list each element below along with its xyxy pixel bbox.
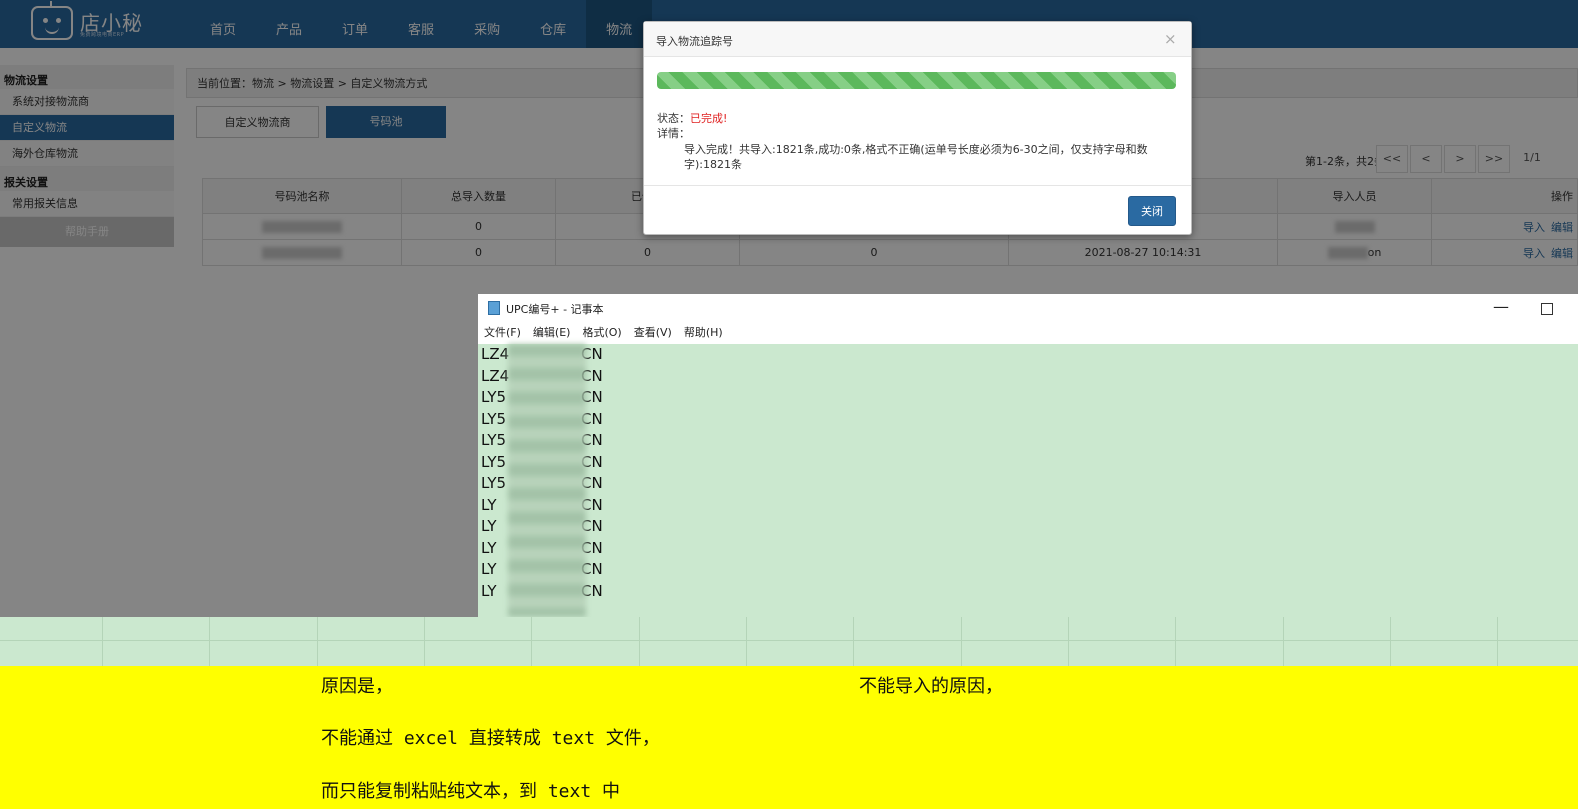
menu-format[interactable]: 格式(O) <box>576 322 627 344</box>
import-tracking-modal: 导入物流追踪号 × 状态：已完成! 详情： 导入完成！共导入:1821条,成功:… <box>643 21 1192 235</box>
detail-label: 详情： <box>657 127 690 140</box>
menu-edit[interactable]: 编辑(E) <box>527 322 577 344</box>
annotation-note: 原因是， 不能通过 excel 直接转成 text 文件， 而只能复制粘贴纯文本… <box>0 666 1578 809</box>
maximize-icon[interactable] <box>1541 303 1553 315</box>
note-line-1: 原因是， <box>321 676 393 697</box>
text-line: LY5 CN <box>481 431 603 449</box>
text-line: LY CN <box>481 581 603 600</box>
notepad-window: UPC编号+ - 记事本 — 文件(F) 编辑(E) 格式(O) 查看(V) 帮… <box>478 294 1578 617</box>
note-right: 不能导入的原因， <box>859 676 1003 697</box>
import-progress-bar <box>657 72 1176 89</box>
text-line: LY5 CN <box>481 474 603 492</box>
text-line: LY CN <box>481 538 603 557</box>
notepad-titlebar: UPC编号+ - 记事本 — <box>478 294 1578 322</box>
modal-header: 导入物流追踪号 × <box>644 22 1191 57</box>
text-line: LZ4 CN <box>481 366 603 385</box>
notepad-title: UPC编号+ - 记事本 <box>506 303 604 316</box>
modal-title: 导入物流追踪号 <box>656 35 733 48</box>
text-line: LY CN <box>481 517 603 535</box>
notepad-menubar: 文件(F) 编辑(E) 格式(O) 查看(V) 帮助(H) <box>478 322 1578 344</box>
status-badge: 已完成! <box>690 112 728 125</box>
menu-view[interactable]: 查看(V) <box>628 322 678 344</box>
text-line: LY CN <box>481 560 603 578</box>
menu-help[interactable]: 帮助(H) <box>678 322 729 344</box>
text-line: LY5 CN <box>481 452 603 471</box>
text-line: LY5 CN <box>481 409 603 428</box>
notepad-icon <box>488 301 500 315</box>
close-button[interactable]: 关闭 <box>1128 196 1176 226</box>
text-line: LZ4 CN <box>481 345 603 363</box>
text-line: LY5 CN <box>481 388 603 406</box>
status-line: 状态：已完成! <box>657 112 728 125</box>
minimize-icon[interactable]: — <box>1493 297 1509 316</box>
text-line: LY CN <box>481 495 603 514</box>
redaction-mosaic <box>508 344 586 617</box>
close-icon[interactable]: × <box>1164 30 1177 48</box>
detail-text: 导入完成！共导入:1821条,成功:0条,格式不正确(运单号长度必须为6-30之… <box>684 143 1148 171</box>
note-line-3: 而只能复制粘贴纯文本，到 text 中 <box>321 781 621 802</box>
menu-file[interactable]: 文件(F) <box>478 322 527 344</box>
note-line-2: 不能通过 excel 直接转成 text 文件， <box>321 728 660 749</box>
spreadsheet-grid <box>0 617 1578 666</box>
notepad-text-area[interactable]: LZ4 CN LZ4 CN LY5 CN LY5 CN LY5 CN LY5 CN LY5 C… <box>481 344 603 602</box>
